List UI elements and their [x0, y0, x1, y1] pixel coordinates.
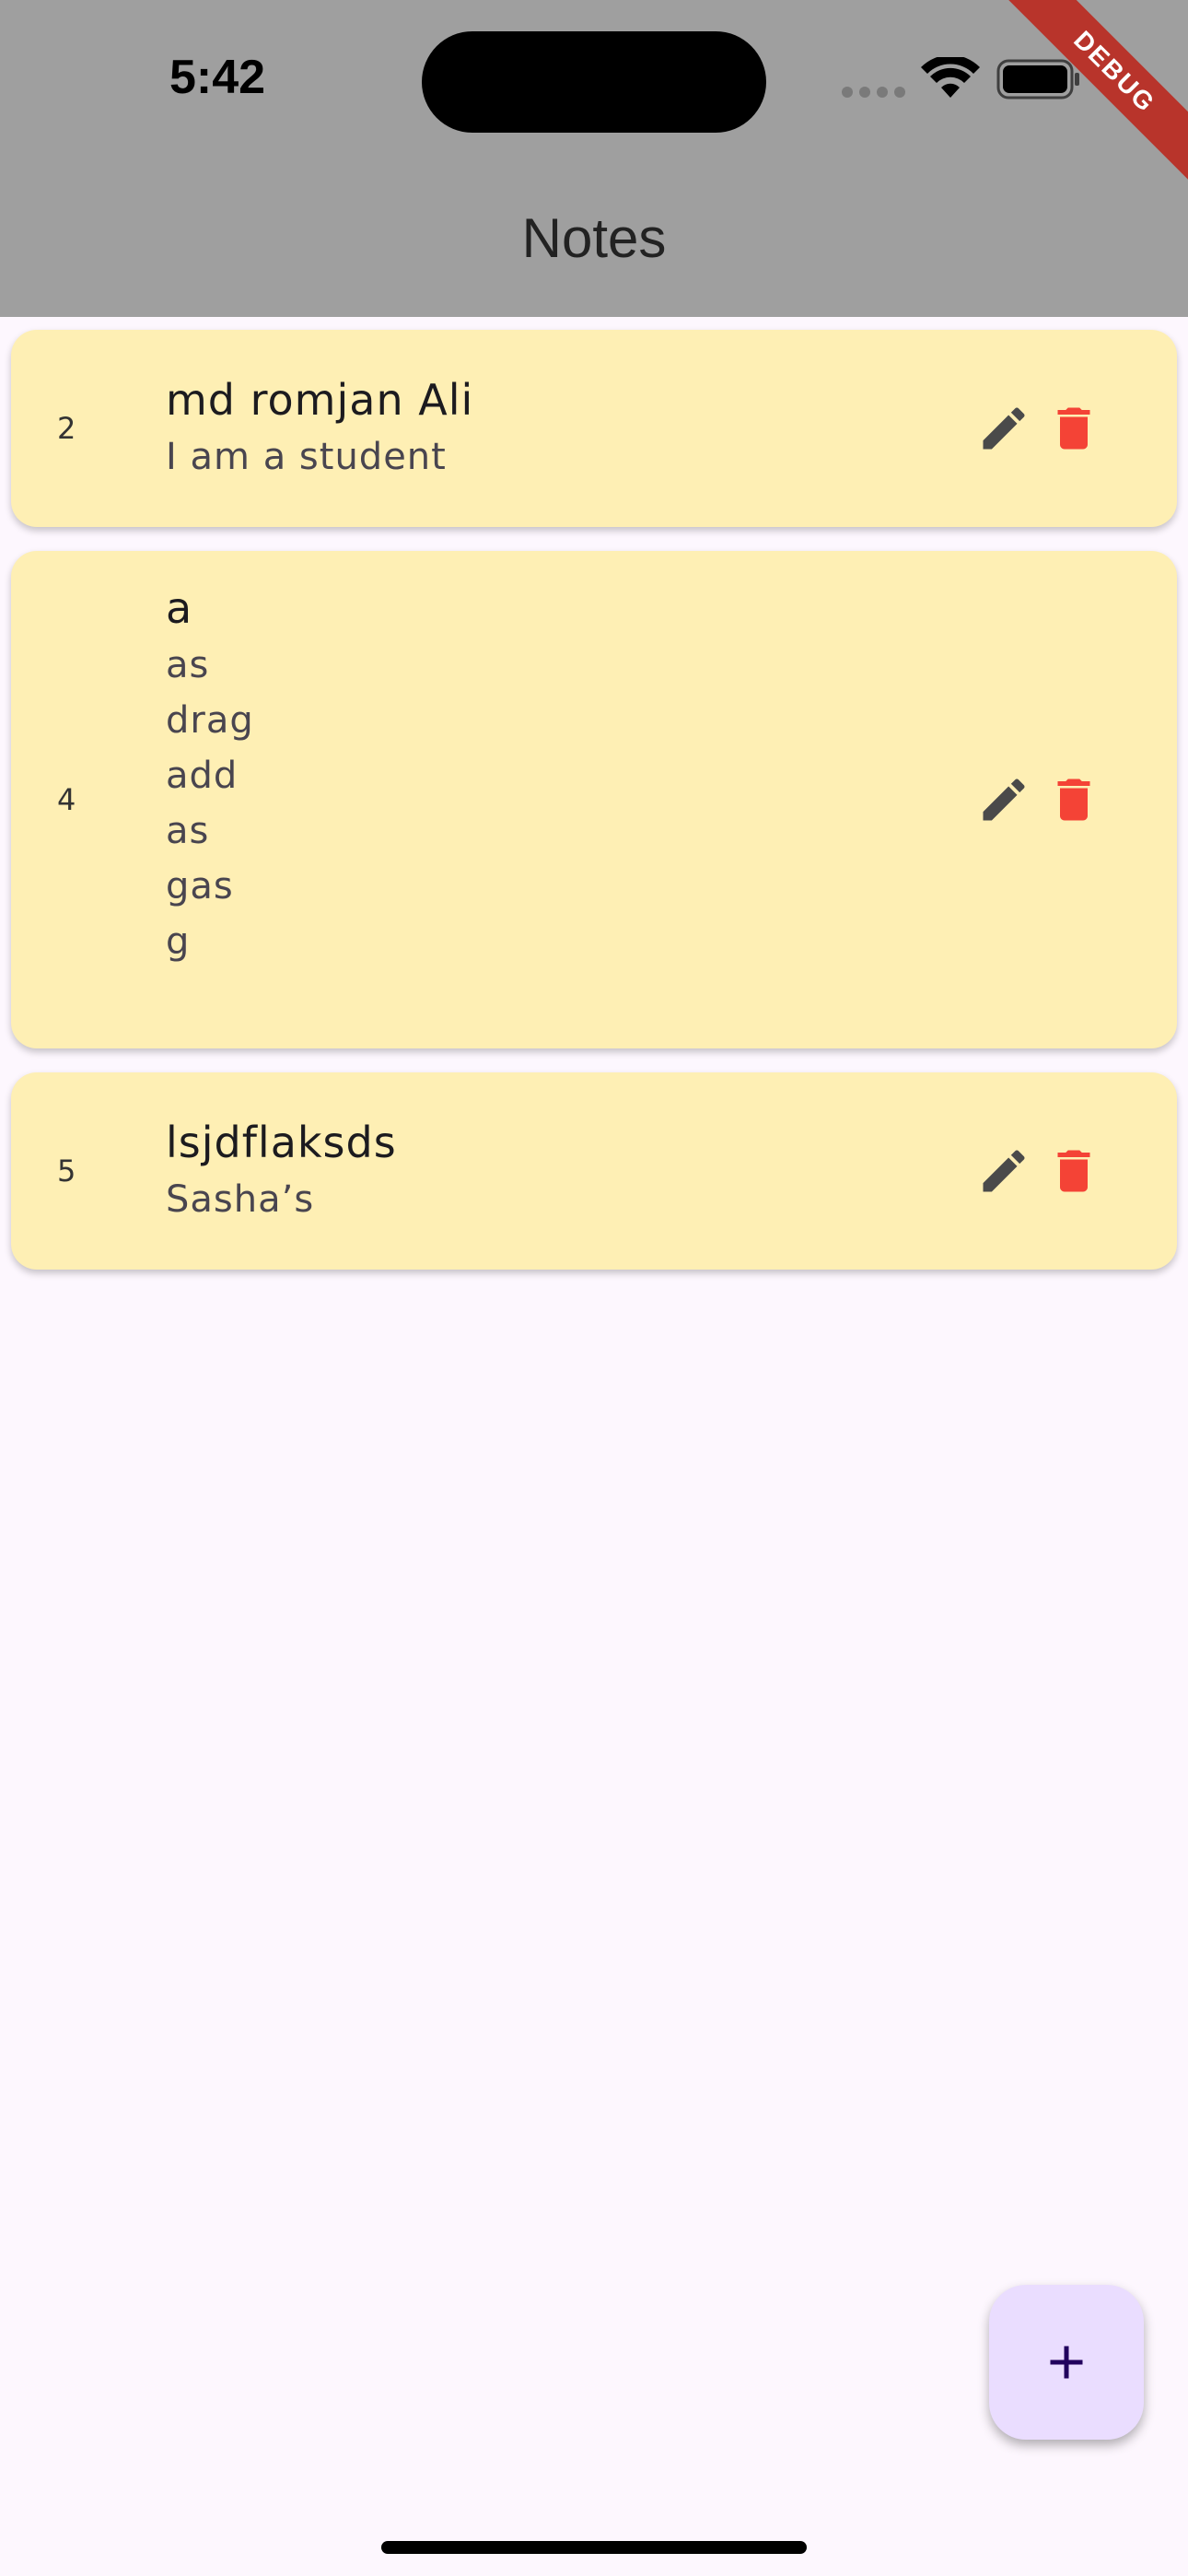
battery-icon [996, 59, 1079, 100]
delete-icon[interactable] [1050, 401, 1098, 456]
note-card[interactable]: 5 lsjdflaksds Sasha’s [11, 1072, 1177, 1270]
edit-icon[interactable] [976, 1143, 1031, 1199]
note-text: md romjan Ali I am a student [166, 374, 473, 485]
status-time: 5:42 [169, 51, 266, 104]
home-indicator[interactable] [381, 2541, 807, 2554]
notes-screen: 5:42 DEBUG Notes 2 md romjan Ali I am a … [0, 0, 1188, 2576]
cellular-signal-icon [842, 87, 906, 98]
note-body: Sasha’s [166, 1178, 315, 1221]
dynamic-island [422, 31, 766, 133]
notes-list: 2 md romjan Ali I am a student 4 a as dr… [11, 330, 1177, 1294]
note-actions [976, 401, 1098, 456]
note-text: lsjdflaksds Sasha’s [166, 1117, 397, 1227]
edit-icon[interactable] [976, 401, 1031, 456]
plus-icon [1050, 2346, 1083, 2379]
note-text: a as drag add as gas g [166, 582, 254, 969]
note-actions [976, 772, 1098, 827]
app-bar: 5:42 DEBUG Notes [0, 0, 1188, 317]
delete-icon[interactable] [1050, 1143, 1098, 1199]
add-note-button[interactable] [989, 2285, 1144, 2440]
delete-icon[interactable] [1050, 772, 1098, 827]
note-card[interactable]: 4 a as drag add as gas g [11, 551, 1177, 1048]
page-title: Notes [521, 207, 667, 269]
note-body: I am a student [166, 436, 447, 478]
edit-icon[interactable] [976, 772, 1031, 827]
note-title: md romjan Ali [166, 375, 474, 425]
note-body: as drag add as gas g [166, 644, 254, 963]
note-id: 2 [57, 411, 76, 446]
note-id: 5 [57, 1153, 76, 1188]
note-actions [976, 1143, 1098, 1199]
note-card[interactable]: 2 md romjan Ali I am a student [11, 330, 1177, 527]
note-title: a [166, 583, 193, 633]
wifi-icon [921, 57, 980, 98]
note-title: lsjdflaksds [166, 1118, 397, 1167]
note-id: 4 [57, 782, 76, 817]
